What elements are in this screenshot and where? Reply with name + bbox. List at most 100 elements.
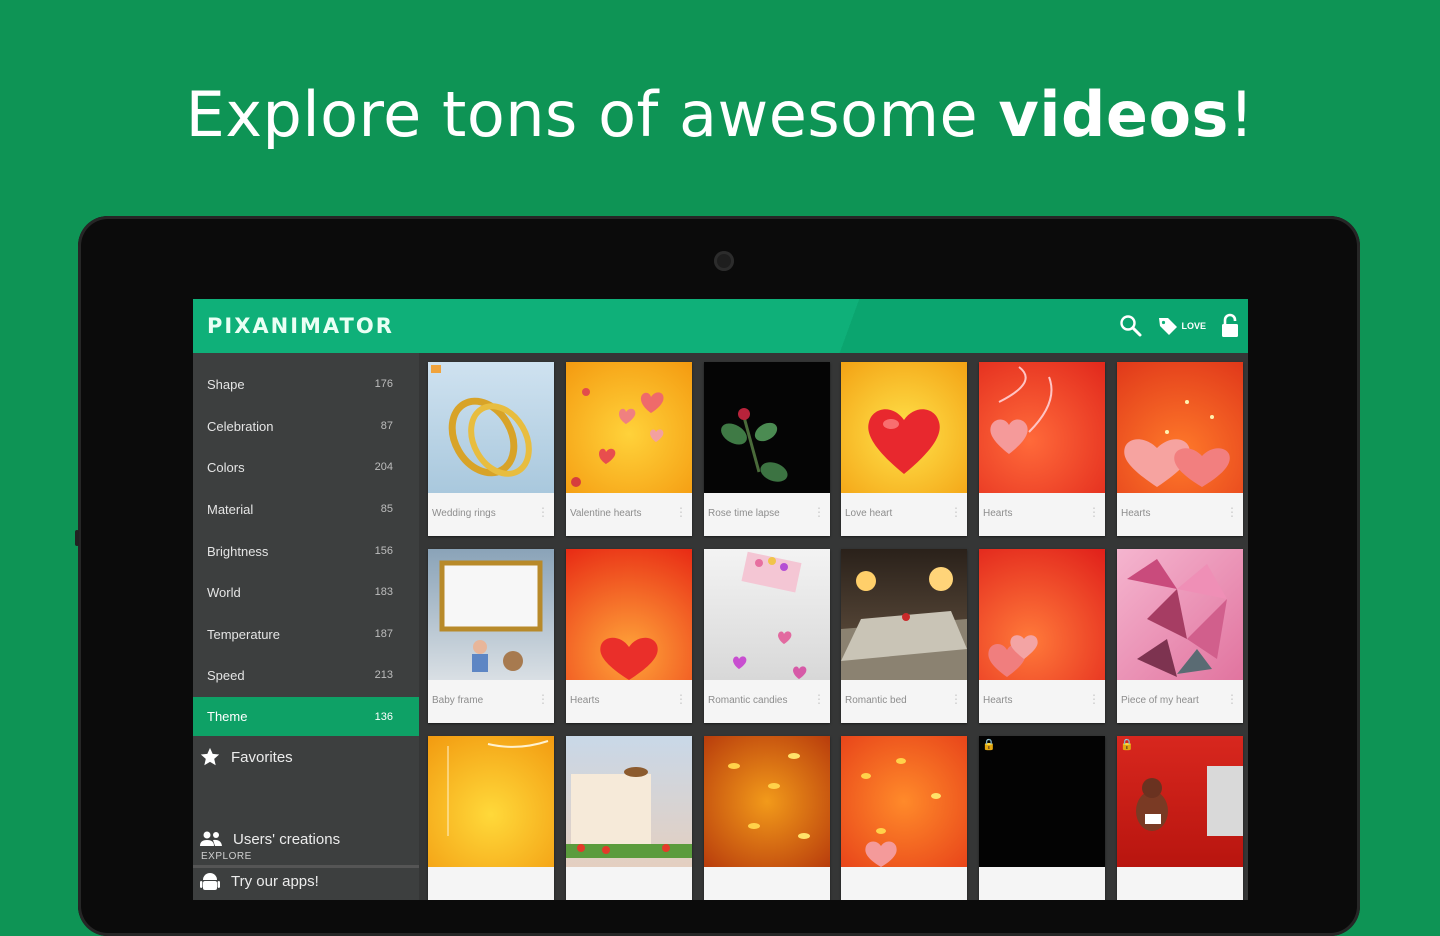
- overflow-icon[interactable]: ⋮: [1088, 505, 1100, 519]
- video-card[interactable]: [428, 736, 554, 900]
- search-button[interactable]: [1119, 311, 1143, 341]
- category-label: Colors: [207, 459, 245, 475]
- video-card[interactable]: [566, 736, 692, 900]
- video-card[interactable]: Rose time lapse ⋮: [704, 362, 830, 536]
- video-grid: Wedding rings ⋮ Valentine hearts ⋮ Rose …: [419, 353, 1248, 900]
- video-card[interactable]: [841, 736, 967, 900]
- overflow-icon[interactable]: ⋮: [1226, 505, 1238, 519]
- video-thumbnail: [428, 736, 554, 867]
- headline-text: Explore tons of awesome: [185, 78, 999, 151]
- category-label: Celebration: [207, 418, 274, 434]
- video-card[interactable]: Romantic candies ⋮: [704, 549, 830, 723]
- tablet-button: [75, 530, 79, 546]
- users-creations-menu-item[interactable]: Users' creations: [193, 819, 419, 859]
- headline-suffix: !: [1228, 78, 1255, 151]
- video-card[interactable]: Hearts ⋮: [566, 549, 692, 723]
- video-card[interactable]: 🔒: [979, 736, 1105, 900]
- category-item-world[interactable]: World 183: [193, 571, 419, 613]
- category-label: Brightness: [207, 543, 269, 559]
- category-count: 183: [374, 586, 393, 598]
- category-item-material[interactable]: Material 85: [193, 488, 419, 530]
- overflow-icon[interactable]: ⋮: [1088, 692, 1100, 706]
- video-card[interactable]: Piece of my heart ⋮: [1117, 549, 1243, 723]
- video-thumbnail: [428, 362, 554, 493]
- overflow-icon[interactable]: ⋮: [1226, 692, 1238, 706]
- video-title: Rose time lapse: [708, 508, 780, 519]
- category-label: World: [207, 584, 241, 600]
- video-thumbnail: [704, 362, 830, 493]
- category-label: Material: [207, 501, 254, 517]
- category-count: 176: [374, 378, 393, 390]
- video-thumbnail: [841, 549, 967, 680]
- video-thumbnail: [1117, 362, 1243, 493]
- overflow-icon[interactable]: ⋮: [950, 692, 962, 706]
- video-title: Hearts: [983, 695, 1013, 706]
- video-title: Hearts: [1121, 508, 1151, 519]
- video-thumbnail: 🔒: [1117, 736, 1243, 867]
- video-card[interactable]: Wedding rings ⋮: [428, 362, 554, 536]
- video-card[interactable]: Romantic bed ⋮: [841, 549, 967, 723]
- promo-headline: Explore tons of awesome videos!: [0, 78, 1440, 151]
- try-apps-menu-item[interactable]: Try our apps!: [193, 861, 419, 900]
- category-item-theme[interactable]: Theme 136: [193, 697, 419, 736]
- app-screen: PIXANIMATOR LOVE Shape 176 Celebration 8…: [193, 299, 1248, 900]
- users-icon: [200, 831, 222, 846]
- app-title: PIXANIMATOR: [207, 314, 394, 338]
- category-label: Theme: [207, 709, 248, 724]
- love-tag-button[interactable]: LOVE: [1157, 311, 1206, 341]
- video-thumbnail: [704, 736, 830, 867]
- overflow-icon[interactable]: ⋮: [950, 505, 962, 519]
- video-thumbnail: [428, 549, 554, 680]
- favorites-menu-item[interactable]: Favorites: [193, 737, 419, 777]
- category-label: Speed: [207, 667, 245, 683]
- video-title: Wedding rings: [432, 508, 496, 519]
- lock-icon: 🔒: [1120, 739, 1134, 751]
- video-card[interactable]: [704, 736, 830, 900]
- video-thumbnail: [979, 549, 1105, 680]
- video-thumbnail: [566, 549, 692, 680]
- category-item-speed[interactable]: Speed 213: [193, 654, 419, 696]
- video-thumbnail: [841, 362, 967, 493]
- category-count: 85: [380, 503, 393, 515]
- category-item-shape[interactable]: Shape 176: [193, 363, 419, 405]
- category-count: 156: [374, 545, 393, 557]
- tag-icon: [1159, 318, 1178, 335]
- video-card[interactable]: 🔒: [1117, 736, 1243, 900]
- category-count: 187: [374, 628, 393, 640]
- video-title: Romantic candies: [708, 695, 788, 706]
- category-item-temperature[interactable]: Temperature 187: [193, 613, 419, 655]
- lock-icon: 🔒: [982, 739, 996, 751]
- video-title: Valentine hearts: [570, 508, 642, 519]
- video-title: Piece of my heart: [1121, 695, 1199, 706]
- category-sidebar: Shape 176 Celebration 87 Colors 204 Mate…: [193, 353, 419, 900]
- star-icon: [200, 747, 220, 766]
- favorites-label: Favorites: [231, 748, 293, 766]
- unlock-button[interactable]: [1220, 311, 1240, 341]
- video-card[interactable]: Baby frame ⋮: [428, 549, 554, 723]
- video-thumbnail: [704, 549, 830, 680]
- video-thumbnail: [1117, 549, 1243, 680]
- video-title: Romantic bed: [845, 695, 907, 706]
- video-card[interactable]: Love heart ⋮: [841, 362, 967, 536]
- video-card[interactable]: Hearts ⋮: [979, 549, 1105, 723]
- app-bar-actions: LOVE: [1119, 311, 1240, 341]
- love-label: LOVE: [1181, 321, 1206, 331]
- category-item-celebration[interactable]: Celebration 87: [193, 405, 419, 447]
- video-title: Hearts: [570, 695, 600, 706]
- category-count: 204: [374, 461, 393, 473]
- category-item-colors[interactable]: Colors 204: [193, 446, 419, 488]
- overflow-icon[interactable]: ⋮: [813, 505, 825, 519]
- video-title: Love heart: [845, 508, 893, 519]
- overflow-icon[interactable]: ⋮: [675, 692, 687, 706]
- category-label: Temperature: [207, 626, 280, 642]
- overflow-icon[interactable]: ⋮: [813, 692, 825, 706]
- category-item-brightness[interactable]: Brightness 156: [193, 530, 419, 572]
- app-bar: PIXANIMATOR LOVE: [193, 299, 1248, 353]
- video-card[interactable]: Valentine hearts ⋮: [566, 362, 692, 536]
- overflow-icon[interactable]: ⋮: [675, 505, 687, 519]
- users-creations-label: Users' creations: [233, 830, 341, 848]
- overflow-icon[interactable]: ⋮: [537, 692, 549, 706]
- overflow-icon[interactable]: ⋮: [537, 505, 549, 519]
- video-card[interactable]: Hearts ⋮: [979, 362, 1105, 536]
- video-card[interactable]: Hearts ⋮: [1117, 362, 1243, 536]
